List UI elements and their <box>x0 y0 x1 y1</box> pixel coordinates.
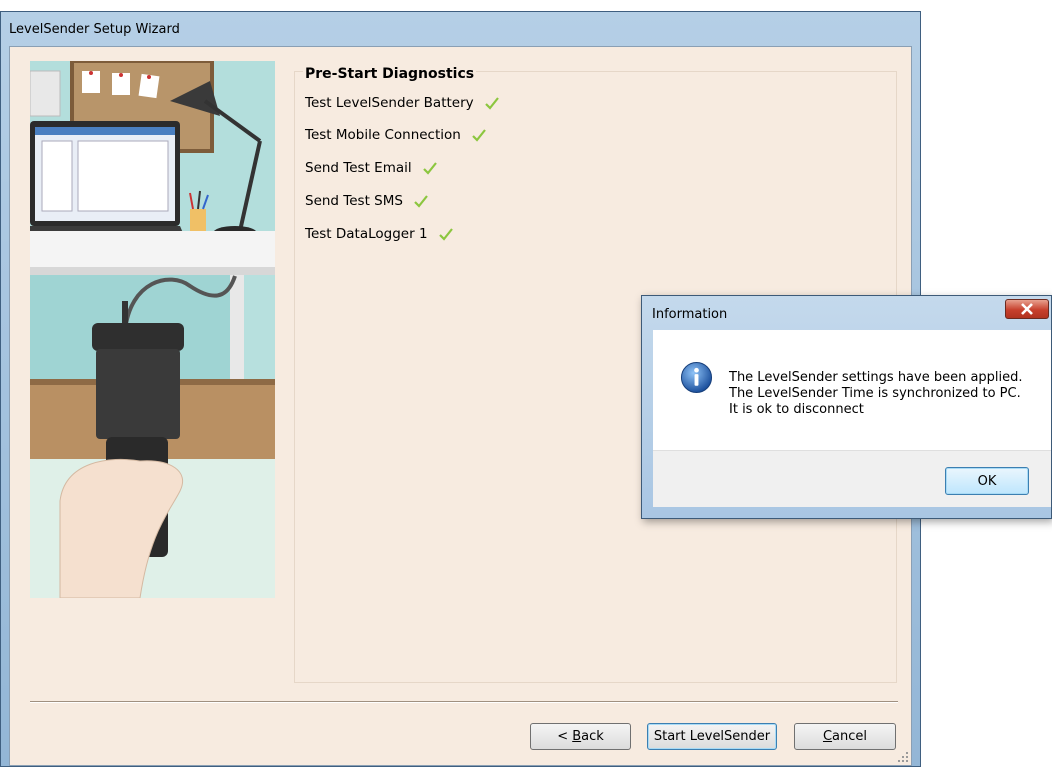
diag-item-label: Test LevelSender Battery <box>305 95 474 111</box>
dialog-footer: OK <box>653 450 1051 507</box>
diag-item-datalogger: Test DataLogger 1 <box>305 223 454 245</box>
wizard-illustration <box>30 61 275 598</box>
ok-button[interactable]: OK <box>945 467 1029 495</box>
diag-item-label: Send Test SMS <box>305 193 403 209</box>
dialog-message: The LevelSender settings have been appli… <box>729 370 1023 418</box>
cancel-button[interactable]: Cancel <box>794 723 896 750</box>
diag-item-label: Test Mobile Connection <box>305 127 461 143</box>
information-dialog: Information The LevelSender settings hav… <box>641 295 1052 519</box>
check-icon <box>472 129 486 142</box>
message-line: The LevelSender settings have been appli… <box>729 370 1023 385</box>
diag-item-battery: Test LevelSender Battery <box>305 92 500 114</box>
close-icon <box>1021 303 1033 315</box>
check-icon <box>438 228 453 241</box>
resize-grip-icon[interactable] <box>897 751 909 763</box>
footer-separator <box>30 701 898 703</box>
illustration-image <box>30 61 275 598</box>
check-icon <box>414 195 428 208</box>
info-icon <box>680 361 713 394</box>
diag-item-mobile: Test Mobile Connection <box>305 124 487 146</box>
check-icon <box>484 97 499 110</box>
message-line: The LevelSender Time is synchronized to … <box>729 386 1021 401</box>
start-levelsender-button[interactable]: Start LevelSender <box>647 723 777 750</box>
dialog-body: The LevelSender settings have been appli… <box>653 330 1051 450</box>
diagnostics-heading: Pre-Start Diagnostics <box>303 66 477 82</box>
diag-item-label: Test DataLogger 1 <box>305 226 428 242</box>
message-line: It is ok to disconnect <box>729 402 864 417</box>
back-button[interactable]: < Back <box>530 723 631 750</box>
check-icon <box>422 162 437 175</box>
dialog-close-button[interactable] <box>1005 299 1049 319</box>
window-title: LevelSender Setup Wizard <box>9 22 180 37</box>
diag-item-email: Send Test Email <box>305 157 438 179</box>
diag-item-label: Send Test Email <box>305 160 412 176</box>
dialog-title: Information <box>652 307 728 322</box>
diag-item-sms: Send Test SMS <box>305 190 429 212</box>
